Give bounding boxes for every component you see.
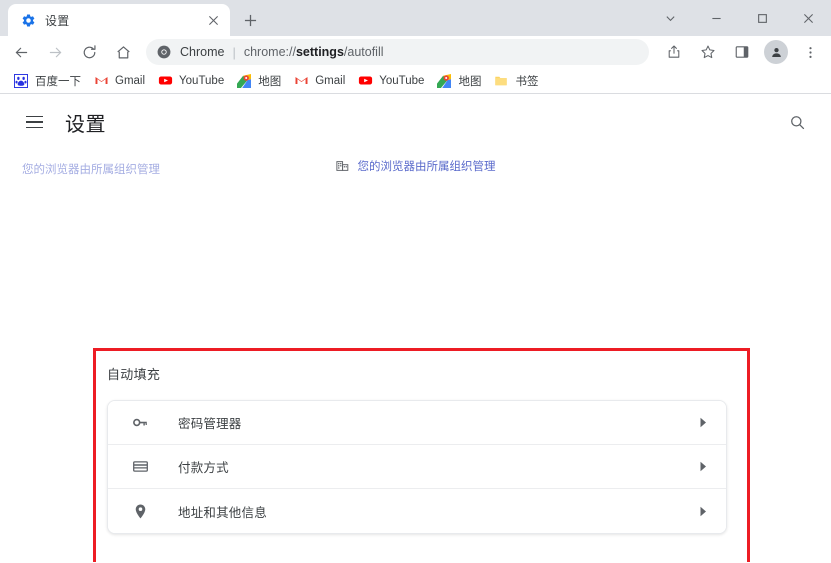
chrome-logo-icon [156,44,172,60]
bookmark-item-maps-2[interactable]: 地图 [430,71,487,91]
toolbar-actions [657,38,827,66]
bookmarks-bar: 百度一下 Gmail YouTube 地图 Gmail YouTube 地图 书… [0,68,831,94]
reload-icon[interactable] [75,38,103,66]
bookmark-label: 地图 [458,75,482,88]
omnibox-url: chrome://settings/autofill [244,45,384,59]
close-icon[interactable] [204,11,222,29]
search-icon[interactable] [781,106,813,138]
close-icon[interactable] [785,2,831,34]
bookmark-item-gmail-2[interactable]: Gmail [287,71,351,91]
omnibox-chip-label: Chrome [180,45,225,59]
settings-page: 设置 您的浏览器由所属组织管理 自动填充 [0,94,831,562]
tab-strip: 设置 [0,0,831,36]
bookmark-item-baidu[interactable]: 百度一下 [7,71,87,91]
page-title: 设置 [65,113,106,136]
omnibox-separator: | [232,44,236,60]
key-icon [130,413,150,433]
enterprise-building-icon [336,159,351,174]
settings-header: 设置 [0,94,831,150]
home-icon[interactable] [109,38,137,66]
address-bar[interactable]: Chrome | chrome://settings/autofill [146,39,649,65]
section-heading: 自动填充 [107,367,161,382]
new-tab-button[interactable] [236,6,264,34]
bookmark-label: YouTube [379,74,425,87]
managed-banner-text: 您的浏览器由所属组织管理 [358,158,496,174]
gear-icon [20,12,36,28]
youtube-icon [157,73,173,89]
autofill-card: 密码管理器 付款方式 地址和其他信息 [107,400,727,534]
folder-icon [493,73,509,89]
bookmark-item-maps-1[interactable]: 地图 [230,71,287,91]
tab-title: 设置 [45,13,70,28]
back-icon[interactable] [7,38,35,66]
row-label: 密码管理器 [178,417,242,431]
gmail-icon [293,73,309,89]
settings-row-payment-methods[interactable]: 付款方式 [108,445,726,489]
bookmark-label: Gmail [115,74,146,87]
bookmark-folder-shuqian[interactable]: 书签 [487,71,544,91]
google-maps-icon [436,73,452,89]
chrome-menu-icon[interactable] [796,38,824,66]
settings-row-addresses[interactable]: 地址和其他信息 [108,489,726,533]
autofill-section: 自动填充 密码管理器 付款方式 地址和其他信息 [107,364,727,534]
share-icon[interactable] [660,38,688,66]
baidu-icon [13,73,29,89]
chevron-right-icon [696,504,710,518]
settings-row-password-manager[interactable]: 密码管理器 [108,401,726,445]
url-suffix: /autofill [343,45,384,59]
bookmark-label: 百度一下 [35,75,81,88]
bookmark-item-youtube-2[interactable]: YouTube [351,71,430,91]
bookmark-star-icon[interactable] [694,38,722,66]
gmail-icon [93,73,109,89]
chevron-right-icon [696,460,710,474]
bookmark-label: YouTube [179,74,225,87]
hamburger-menu-icon[interactable] [16,104,52,140]
youtube-icon [357,73,373,89]
row-label: 付款方式 [178,461,229,475]
forward-icon[interactable] [41,38,69,66]
url-prefix: chrome:// [243,45,296,59]
maximize-icon[interactable] [739,2,785,34]
url-emphasis: settings [295,45,344,59]
bookmark-item-youtube-1[interactable]: YouTube [151,71,230,91]
location-pin-icon [130,501,150,521]
profile-avatar[interactable] [764,40,788,64]
bookmark-item-gmail-1[interactable]: Gmail [87,71,151,91]
credit-card-icon [130,457,150,477]
row-label: 地址和其他信息 [178,505,267,520]
browser-tab-settings[interactable]: 设置 [8,4,230,36]
chevron-down-icon[interactable] [647,2,693,34]
managed-by-organization-banner[interactable]: 您的浏览器由所属组织管理 [0,158,831,174]
chevron-right-icon [696,416,710,430]
minimize-icon[interactable] [693,2,739,34]
bookmark-label: 书签 [515,75,539,88]
bookmark-label: 地图 [258,75,282,88]
window-controls [647,0,831,36]
bookmark-label: Gmail [315,74,346,87]
google-maps-icon [236,73,252,89]
side-panel-icon[interactable] [728,38,756,66]
browser-toolbar: Chrome | chrome://settings/autofill [0,36,831,68]
